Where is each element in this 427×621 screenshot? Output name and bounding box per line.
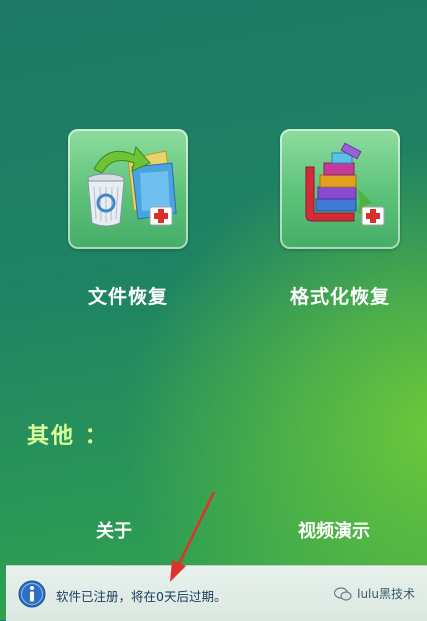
recycle-bin-file-restore-icon xyxy=(87,145,177,227)
info-icon xyxy=(18,580,46,608)
watermark-text: lulu黑技术 xyxy=(357,587,415,601)
other-section-title: 其他 ： xyxy=(27,424,109,449)
wechat-icon xyxy=(334,586,352,601)
status-bar: 软件已注册，将在0天后过期。 lulu黑技术 xyxy=(6,565,427,621)
about-link[interactable]: 关于 xyxy=(96,517,132,543)
format-recovery-label[interactable]: 格式化恢复 xyxy=(260,282,420,309)
file-recovery-label[interactable]: 文件恢复 xyxy=(48,282,208,309)
format-recovery-tile[interactable] xyxy=(280,129,400,249)
archive-books-restore-icon xyxy=(305,142,385,226)
license-status-message: 软件已注册，将在0天后过期。 xyxy=(56,589,227,604)
watermark: lulu黑技术 xyxy=(334,585,415,602)
video-demo-link[interactable]: 视频演示 xyxy=(298,517,370,543)
file-recovery-tile[interactable] xyxy=(68,129,188,249)
